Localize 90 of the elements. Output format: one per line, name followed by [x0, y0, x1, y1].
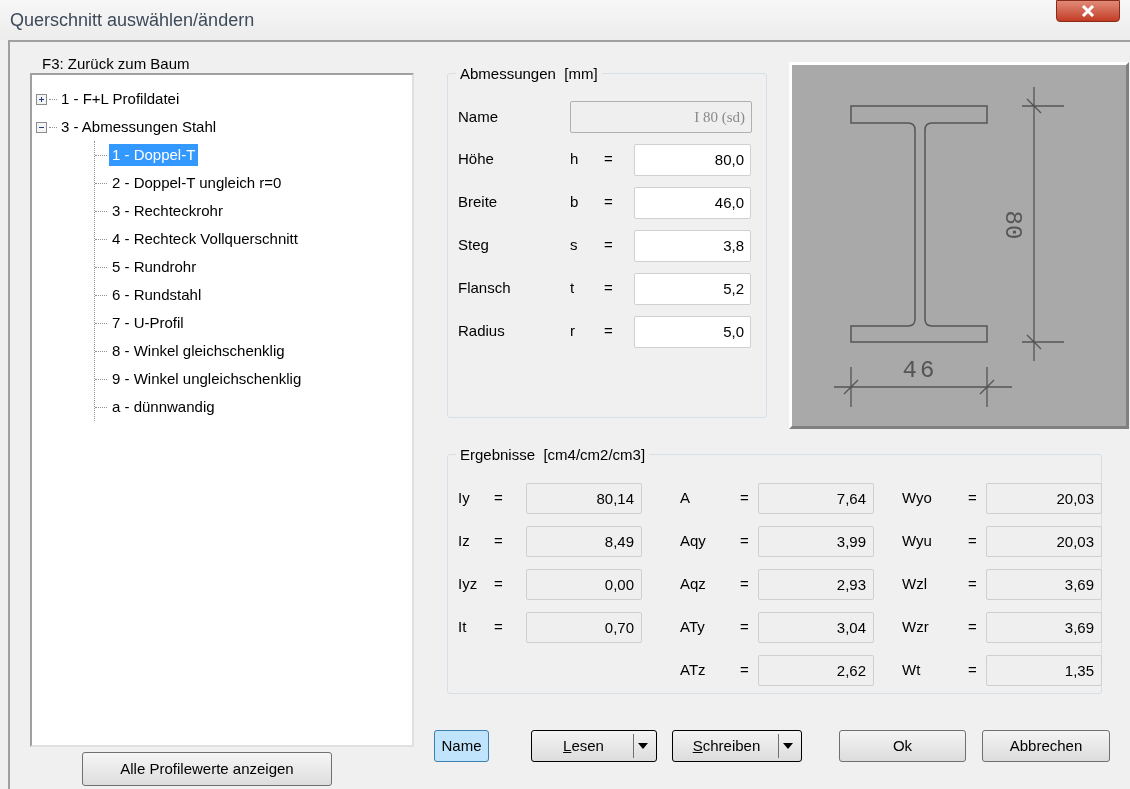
tree-item[interactable]: 9 - Winkel ungleichschenklig: [109, 367, 305, 391]
input-field[interactable]: 5,2: [634, 272, 751, 305]
input-field[interactable]: 46,0: [634, 186, 751, 219]
equals-sign: =: [494, 531, 504, 552]
caret-icon: [783, 743, 793, 749]
symbol-label: b: [570, 192, 580, 213]
result-value: 7,64: [758, 483, 874, 514]
tree-item[interactable]: 6 - Rundstahl: [109, 283, 205, 307]
result-label: Aqz: [680, 574, 707, 595]
collapse-icon[interactable]: [36, 121, 47, 133]
equals-sign: =: [968, 574, 978, 595]
equals-sign: =: [740, 660, 750, 681]
result-label: Wzr: [902, 617, 930, 638]
equals-sign: =: [740, 531, 750, 552]
input-field[interactable]: 5,0: [634, 315, 751, 348]
result-label: Wt: [902, 660, 922, 681]
result-value: 0,00: [526, 569, 642, 600]
equals-sign: =: [968, 488, 978, 509]
tree-item[interactable]: 3 - Rechteckrohr: [109, 199, 226, 223]
result-value: 3,99: [758, 526, 874, 557]
result-label: It: [458, 617, 468, 638]
equals-sign: =: [968, 531, 978, 552]
result-label: Iy: [458, 488, 471, 509]
equals-sign: =: [494, 574, 504, 595]
equals-sign: =: [604, 192, 614, 213]
field-label: Flansch: [458, 278, 512, 299]
equals-sign: =: [740, 488, 750, 509]
result-value: 2,62: [758, 655, 874, 686]
equals-sign: =: [494, 488, 504, 509]
tree-item[interactable]: a - dünnwandig: [109, 395, 218, 419]
dimension-label: 80: [999, 210, 1026, 240]
caret-icon: [638, 743, 648, 749]
equals-sign: =: [494, 617, 504, 638]
result-label: ATy: [680, 617, 706, 638]
equals-sign: =: [604, 149, 614, 170]
equals-sign: =: [740, 574, 750, 595]
equals-sign: =: [604, 278, 614, 299]
name-button[interactable]: Name: [434, 730, 489, 762]
result-label: ATz: [680, 660, 707, 681]
result-label: Wyo: [902, 488, 933, 509]
split-button[interactable]: Schreiben: [672, 730, 802, 762]
tree-item[interactable]: 8 - Winkel gleichschenklig: [109, 339, 288, 363]
result-value: 2,93: [758, 569, 874, 600]
show-all-button[interactable]: Alle Profilewerte anzeigen: [82, 752, 332, 786]
result-label: Aqy: [680, 531, 707, 552]
dialog-button[interactable]: Ok: [839, 730, 966, 762]
equals-sign: =: [740, 617, 750, 638]
expand-icon[interactable]: [36, 93, 47, 105]
result-value: 3,69: [986, 612, 1102, 643]
symbol-label: r: [570, 321, 576, 342]
equals-sign: =: [604, 321, 614, 342]
symbol-label: s: [570, 235, 579, 256]
result-value: 0,70: [526, 612, 642, 643]
close-icon: [1081, 5, 1095, 17]
field-label: Steg: [458, 235, 490, 256]
close-button[interactable]: [1056, 0, 1120, 22]
equals-sign: =: [968, 660, 978, 681]
result-label: Wyu: [902, 531, 933, 552]
tree-label: F3: Zurück zum Baum: [41, 54, 191, 73]
result-label: Iz: [458, 531, 471, 552]
result-label: A: [680, 488, 691, 509]
result-value: 3,69: [986, 569, 1102, 600]
field-label: Höhe: [458, 149, 495, 170]
tree-item[interactable]: 1 - F+L Profildatei: [59, 87, 182, 111]
split-button[interactable]: Lesen: [531, 730, 657, 762]
result-value: 20,03: [986, 483, 1102, 514]
equals-sign: =: [968, 617, 978, 638]
field-label: Radius: [458, 321, 506, 342]
field-label: Breite: [458, 192, 499, 213]
result-value: 1,35: [986, 655, 1102, 686]
tree-item[interactable]: 7 - U-Profil: [109, 311, 187, 335]
input-field[interactable]: 3,8: [634, 229, 751, 262]
window-title: Querschnitt auswählen/ändern: [10, 8, 255, 32]
tree-item[interactable]: 4 - Rechteck Vollquerschnitt: [109, 227, 301, 251]
dimension-label: 46: [902, 357, 938, 384]
result-label: Iyz: [458, 574, 479, 595]
result-label: Wzl: [902, 574, 928, 595]
result-value: 8,49: [526, 526, 642, 557]
result-value: 20,03: [986, 526, 1102, 557]
tree-item[interactable]: 2 - Doppel-T ungleich r=0: [109, 171, 285, 195]
equals-sign: =: [604, 235, 614, 256]
input-field[interactable]: 80,0: [634, 143, 751, 176]
result-value: 3,04: [758, 612, 874, 643]
result-value: 80,14: [526, 483, 642, 514]
symbol-label: h: [570, 149, 580, 170]
symbol-label: t: [570, 278, 576, 299]
field-label: Name: [458, 106, 499, 127]
dialog-button[interactable]: Abbrechen: [982, 730, 1110, 762]
tree-item[interactable]: 3 - Abmessungen Stahl: [59, 115, 219, 139]
tree-item[interactable]: 5 - Rundrohr: [109, 255, 200, 279]
